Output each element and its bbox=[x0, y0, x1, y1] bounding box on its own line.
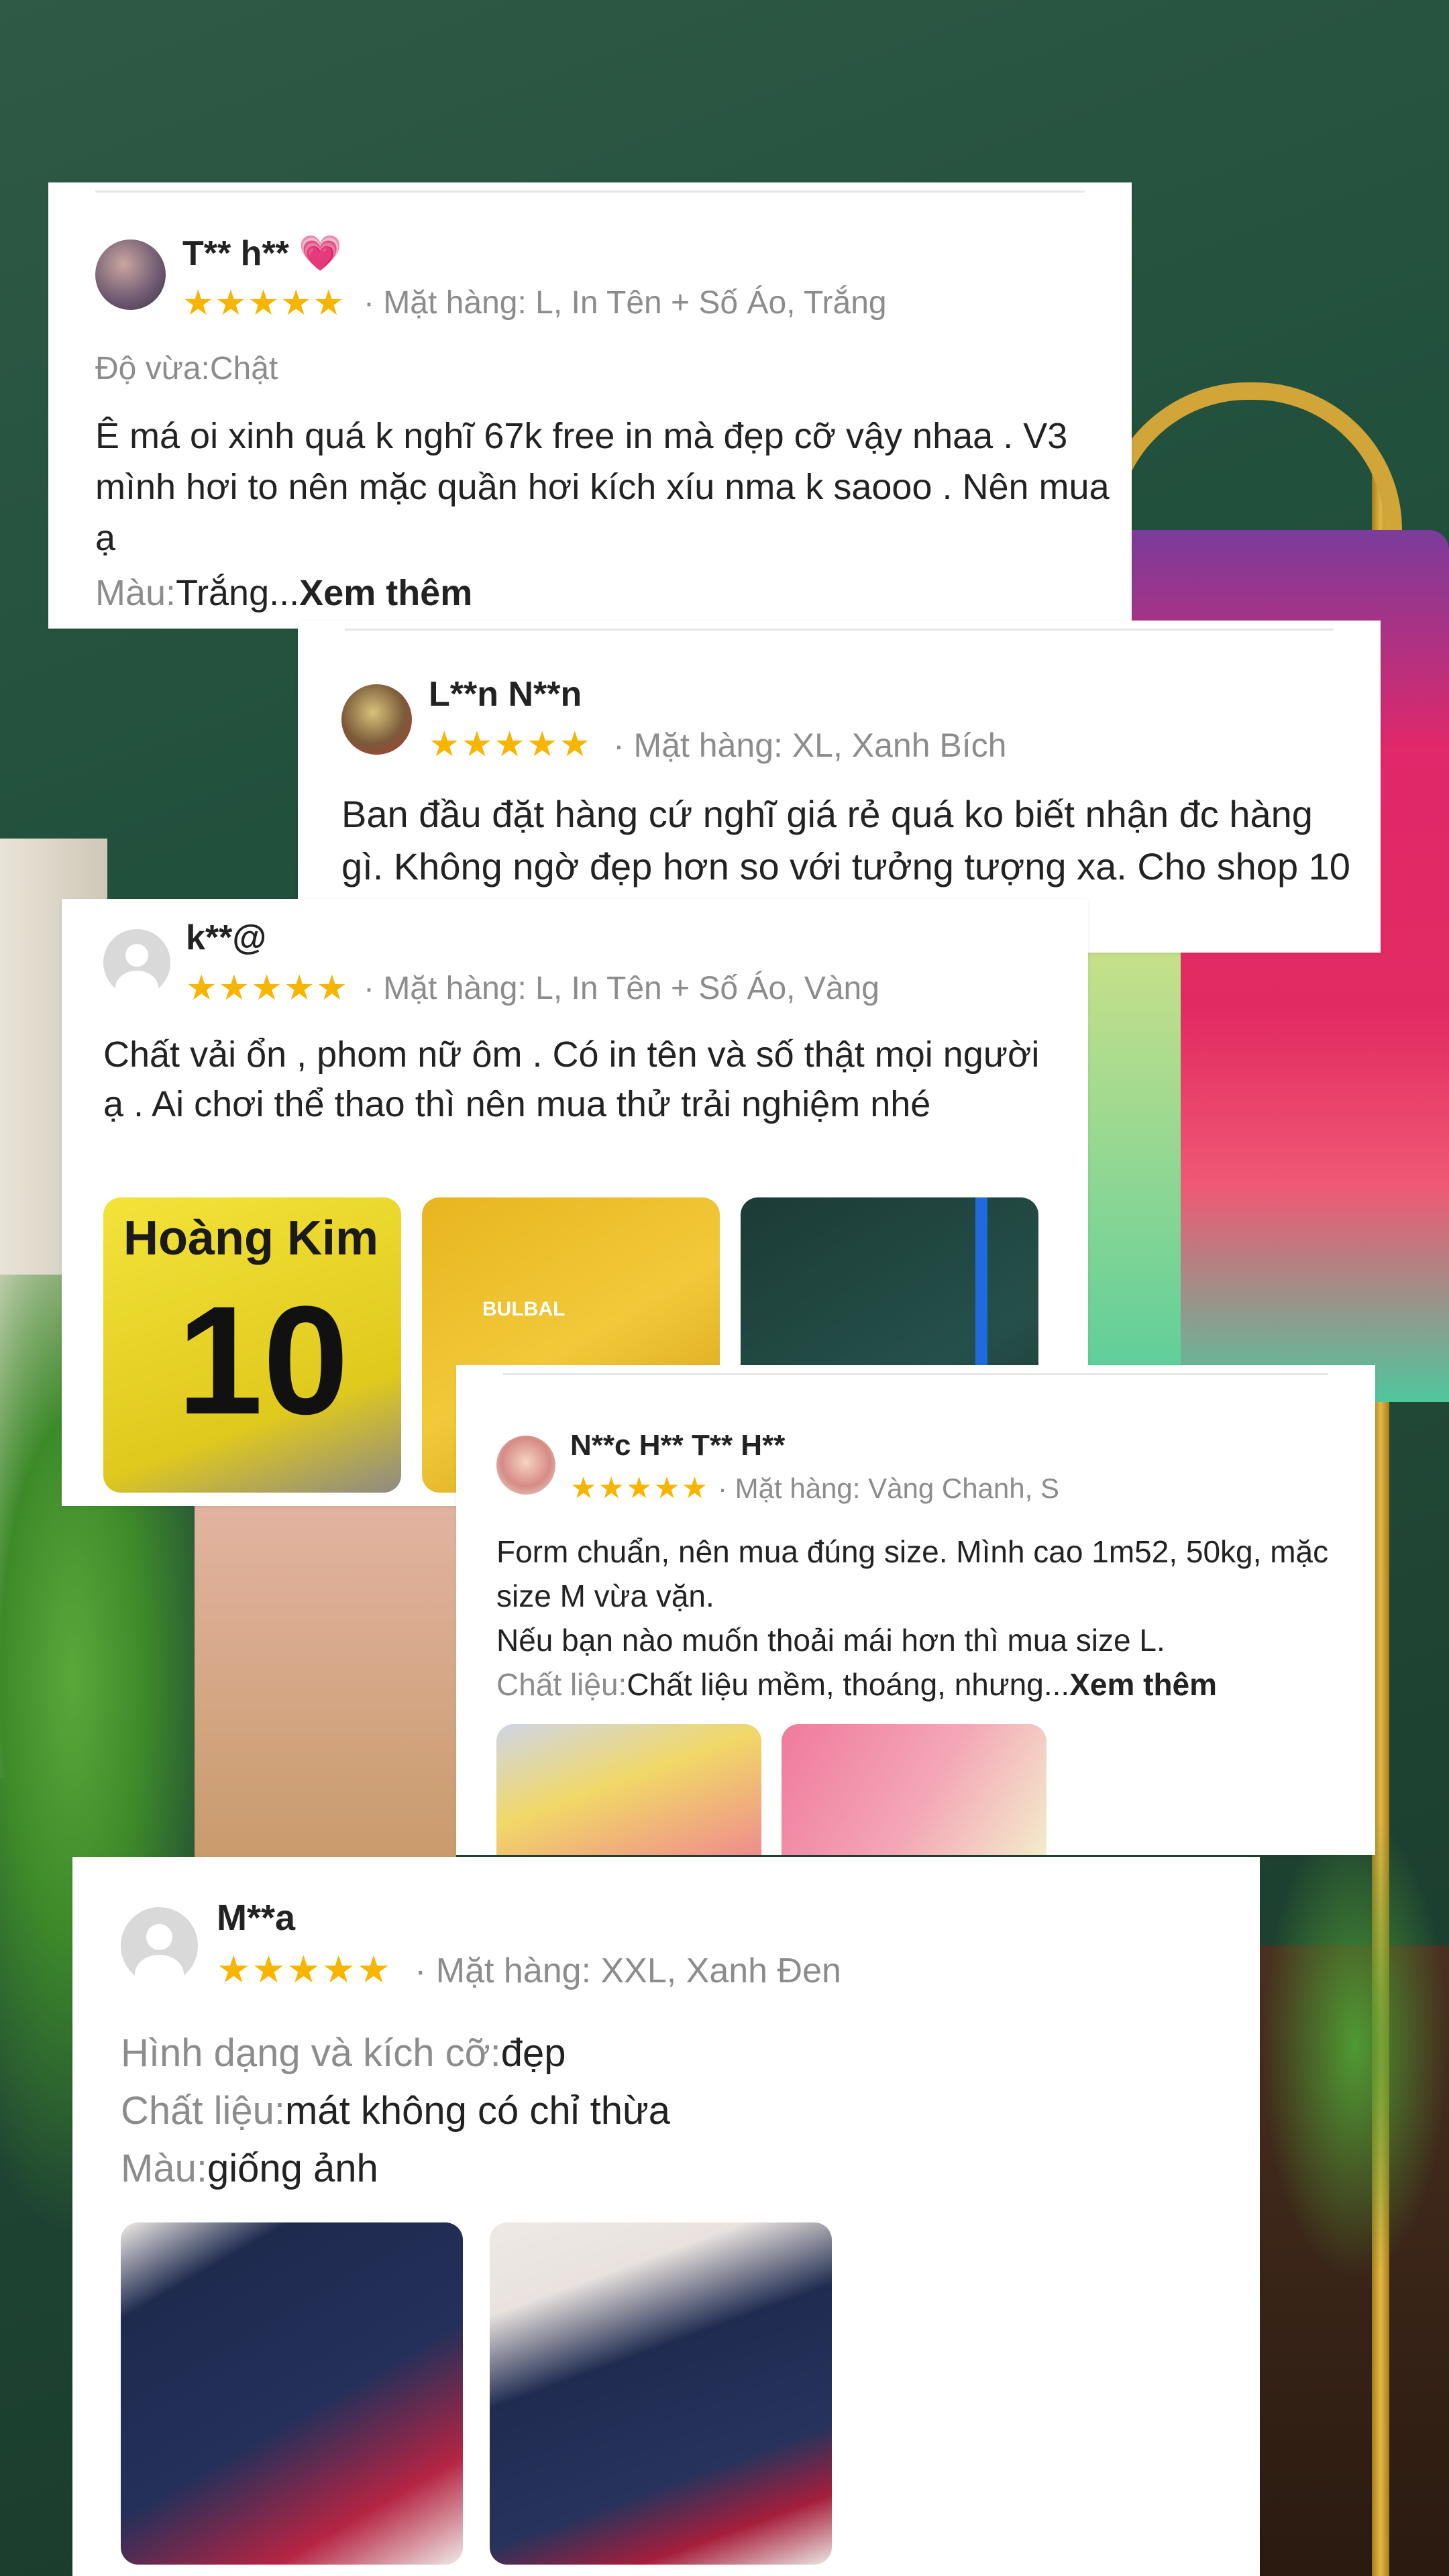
material-value: Chất liệu mềm, thoáng, nhưng... bbox=[627, 1667, 1070, 1702]
default-avatar-icon[interactable] bbox=[121, 1907, 198, 1984]
plant-leaves-right bbox=[1261, 1811, 1449, 2281]
review-card-5: M**a ★★★★★ · Mặt hàng: XXL, Xanh Đen Hìn… bbox=[72, 1857, 1260, 2576]
review-card-4: N**c H** T** H** ★★★★★ · Mặt hàng: Vàng … bbox=[456, 1365, 1375, 1855]
divider bbox=[345, 629, 1334, 631]
review-text-line-1: Form chuẩn, nên mua đúng size. Mình cao … bbox=[496, 1534, 1329, 1613]
avatar[interactable] bbox=[95, 239, 166, 310]
material-label: Chất liệu: bbox=[496, 1667, 627, 1702]
jersey-number-print: 10 bbox=[177, 1274, 349, 1446]
heart-icon: 💗 bbox=[299, 234, 343, 273]
color-label: Màu: bbox=[121, 2147, 207, 2190]
divider bbox=[95, 191, 1085, 193]
shape-value: đẹp bbox=[500, 2031, 566, 2075]
rating-stars: ★★★★★ bbox=[429, 725, 592, 764]
see-more-link[interactable]: Xem thêm bbox=[1069, 1667, 1217, 1702]
review-photo-jersey[interactable]: Hoàng Kim 10 bbox=[103, 1197, 401, 1493]
color-value: giống ảnh bbox=[207, 2147, 378, 2190]
review-photo-navy-jersey[interactable] bbox=[121, 2222, 463, 2565]
default-avatar-icon[interactable] bbox=[103, 929, 170, 996]
brand-logo-print: BULBAL bbox=[482, 1298, 566, 1320]
rating-stars: ★★★★★ bbox=[217, 1948, 392, 1990]
reviewer-name: k**@ bbox=[186, 918, 267, 957]
review-card-1: T** h** 💗 ★★★★★ · Mặt hàng: L, In Tên + … bbox=[48, 182, 1132, 629]
item-variant: · Mặt hàng: XXL, Xanh Đen bbox=[415, 1951, 841, 1990]
color-row: Màu:giống ảnh bbox=[121, 2140, 1228, 2198]
reviewer-name: N**c H** T** H** bbox=[570, 1429, 786, 1462]
hanging-jersey-lime bbox=[1087, 953, 1181, 1368]
fit-row: Độ vừa:Chật bbox=[95, 350, 278, 387]
material-label: Chất liệu: bbox=[121, 2089, 286, 2133]
beige-fabric bbox=[195, 1496, 456, 1858]
color-label: Màu: bbox=[95, 573, 176, 613]
item-variant: · Mặt hàng: L, In Tên + Số Áo, Trắng bbox=[364, 285, 887, 321]
jersey-name-print: Hoàng Kim bbox=[123, 1212, 379, 1265]
review-photo-jerseys-pile[interactable] bbox=[496, 1724, 761, 1855]
divider bbox=[503, 1373, 1328, 1375]
rating-stars: ★★★★★ bbox=[570, 1472, 710, 1505]
avatar[interactable] bbox=[496, 1436, 555, 1495]
review-text-line-2: Nếu bạn nào muốn thoải mái hơn thì mua s… bbox=[496, 1623, 1165, 1658]
color-row: Màu:Trắng...Xem thêm bbox=[95, 568, 472, 619]
review-photo-navy-set[interactable] bbox=[490, 2222, 832, 2565]
reviewer-name: M**a bbox=[217, 1898, 296, 1938]
fit-label: Độ vừa: bbox=[95, 351, 210, 386]
fit-value: Chật bbox=[209, 351, 278, 386]
avatar[interactable] bbox=[341, 684, 412, 755]
rating-stars: ★★★★★ bbox=[186, 969, 350, 1008]
review-details: Hình dạng và kích cỡ:đẹp Chất liệu:mát k… bbox=[121, 2025, 1228, 2198]
reviewer-name: L**n N**n bbox=[429, 675, 582, 714]
material-row: Chất liệu:mát không có chỉ thừa bbox=[121, 2082, 1228, 2140]
reviewer-name-text: T** h** bbox=[182, 234, 289, 273]
review-text: Chất vải ổn , phom nữ ôm . Có in tên và … bbox=[103, 1034, 1040, 1124]
item-variant: · Mặt hàng: XL, Xanh Bích bbox=[613, 727, 1007, 764]
review-text: Ê má oi xinh quá k nghĩ 67k free in mà đ… bbox=[95, 416, 1110, 558]
rating-stars: ★★★★★ bbox=[182, 284, 346, 323]
material-row: Chất liệu:Chất liệu mềm, thoáng, nhưng..… bbox=[496, 1662, 1355, 1707]
item-variant: · Mặt hàng: Vàng Chanh, S bbox=[718, 1472, 1059, 1504]
see-more-link[interactable]: Xem thêm bbox=[299, 573, 472, 613]
shape-row: Hình dạng và kích cỡ:đẹp bbox=[121, 2025, 1228, 2082]
shape-label: Hình dạng và kích cỡ: bbox=[121, 2031, 501, 2075]
material-value: mát không có chỉ thừa bbox=[285, 2089, 671, 2133]
review-text: Form chuẩn, nên mua đúng size. Mình cao … bbox=[496, 1529, 1355, 1707]
review-photo-pink-jersey[interactable] bbox=[782, 1724, 1046, 1855]
item-variant: · Mặt hàng: L, In Tên + Số Áo, Vàng bbox=[364, 971, 879, 1006]
reviewer-name: T** h** 💗 bbox=[182, 233, 342, 274]
color-value: Trắng... bbox=[176, 573, 300, 613]
